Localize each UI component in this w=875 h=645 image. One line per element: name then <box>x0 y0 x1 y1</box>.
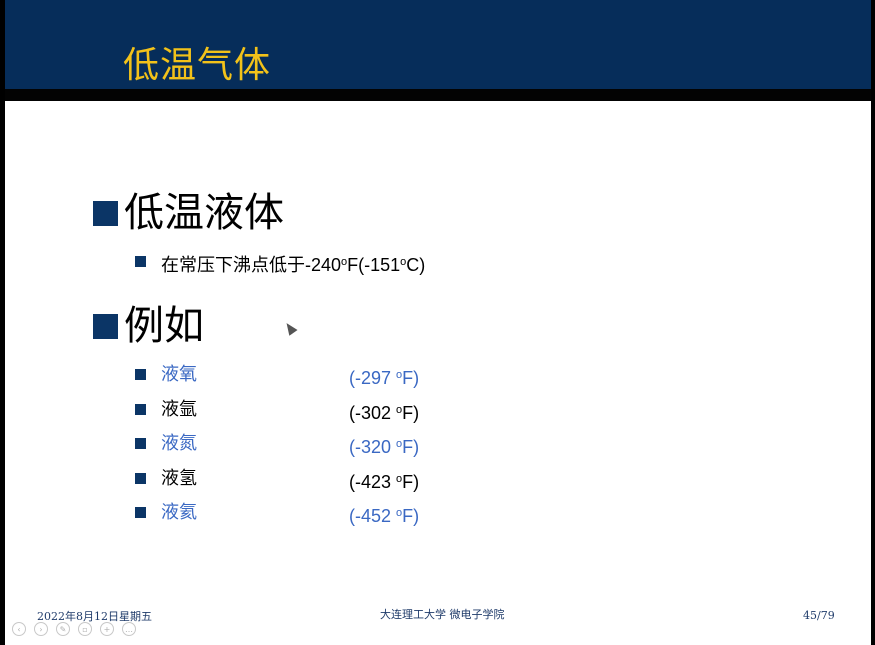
list-item: 液氦 (-452 oF) <box>135 499 555 527</box>
bullet-level1: 低温液体 <box>93 189 284 237</box>
list-item: 液氢 (-423 oF) <box>135 465 555 493</box>
boiling-temperature: (-320 oF) <box>349 437 420 457</box>
boiling-temperature: (-423 oF) <box>349 471 420 492</box>
boiling-temperature: (-302 oF) <box>349 402 420 423</box>
square-bullet-icon <box>135 472 146 484</box>
boiling-temperature: (-452 oF) <box>349 506 420 526</box>
zoom-icon[interactable]: + <box>100 622 114 636</box>
slide: 低温气体 低温液体 在常压下沸点低于-240oF(-151oC) 例如 液氧 (-… <box>5 0 871 645</box>
heading-examples: 例如 <box>124 303 204 349</box>
list-item: 液氮 (-320 oF) <box>135 430 555 458</box>
liquid-name: 液氩 <box>161 398 197 420</box>
liquid-name: 液氢 <box>161 467 197 489</box>
next-icon[interactable]: › <box>34 622 48 636</box>
slide-title: 低温气体 <box>123 45 272 86</box>
footer-institution: 大连理工大学 微电子学院 <box>380 608 505 621</box>
bullet-level1: 例如 <box>93 302 204 350</box>
liquid-name: 液氮 <box>161 433 197 454</box>
square-bullet-icon <box>93 313 118 339</box>
header-shadow <box>5 89 871 101</box>
footer-page-number: 45/79 <box>803 609 835 622</box>
mouse-cursor-icon <box>282 320 298 336</box>
heading-cryogenic-liquid: 低温液体 <box>124 190 284 236</box>
pen-icon[interactable]: ✎ <box>56 622 70 636</box>
list-item: 液氧 (-297 oF) <box>135 361 555 389</box>
liquid-name: 液氧 <box>161 364 197 385</box>
liquid-name: 液氦 <box>161 502 197 523</box>
boiling-temperature: (-297 oF) <box>349 368 420 388</box>
more-icon[interactable]: … <box>122 622 136 636</box>
list-item: 液氩 (-302 oF) <box>135 396 555 424</box>
square-bullet-icon <box>135 438 146 449</box>
square-bullet-icon <box>135 507 146 518</box>
square-bullet-icon <box>135 256 146 267</box>
square-bullet-icon <box>135 369 146 380</box>
previous-icon[interactable]: ‹ <box>12 622 26 636</box>
square-bullet-icon <box>93 200 118 226</box>
slides-icon[interactable]: ▫ <box>78 622 92 636</box>
boiling-point-text: 在常压下沸点低于-240oF(-151oC) <box>161 255 426 275</box>
bullet-level2: 在常压下沸点低于-240oF(-151oC) <box>135 248 555 276</box>
square-bullet-icon <box>135 403 146 415</box>
slideshow-controls: ‹ › ✎ ▫ + … <box>12 622 136 636</box>
